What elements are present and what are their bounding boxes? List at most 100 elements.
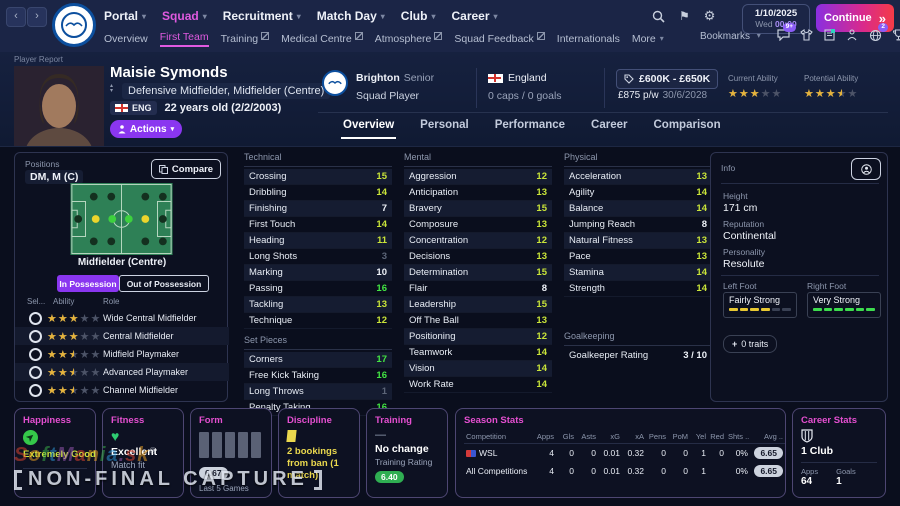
position-dot-dark[interactable]	[107, 237, 115, 245]
season-stats-row[interactable]: WSL4000.010.3200100%6.65	[464, 444, 785, 463]
season-stats-row[interactable]: All Competitions4000.010.320010%6.65	[464, 462, 785, 480]
position-dot-dark[interactable]	[90, 193, 98, 201]
discipline-card[interactable]: Discipline 2 bookings from ban (1 match)	[278, 408, 360, 498]
stat-header-avg-[interactable]: Avg ..	[750, 430, 785, 444]
foot-strength-segment	[866, 308, 875, 311]
average-rating-badge: 6.65	[754, 447, 783, 459]
tab-personal[interactable]: Personal	[418, 115, 471, 139]
club-name[interactable]: BrightonSenior	[356, 72, 434, 84]
stat-header-xa[interactable]: xA	[622, 430, 646, 444]
role-select-radio[interactable]	[29, 330, 42, 343]
tab-performance[interactable]: Performance	[493, 115, 567, 139]
in-possession-toggle[interactable]: In Possession	[57, 275, 119, 292]
role-row[interactable]: ★★★★★★★★★★Channel Midfielder	[15, 381, 229, 399]
inbox-badge: 9+	[783, 23, 796, 32]
position-dot-dark[interactable]	[74, 215, 82, 223]
subnav-first-team[interactable]: First Team	[160, 31, 209, 47]
discipline-title: Discipline	[287, 415, 351, 426]
report-icon[interactable]	[822, 28, 836, 42]
expand-chevrons-icon[interactable]: ▴▾	[110, 84, 118, 94]
back-button[interactable]: ‹	[6, 7, 26, 27]
training-card[interactable]: Training — No change Training Rating 6.4…	[366, 408, 448, 498]
role-row[interactable]: ★★★★★★★★★★Central Midfielder	[15, 327, 229, 345]
stat-header-shts-[interactable]: Shts ..	[726, 430, 750, 444]
traits-button[interactable]: + 0 traits	[723, 335, 777, 353]
role-select-radio[interactable]	[29, 312, 42, 325]
role-select-radio[interactable]	[29, 366, 42, 379]
happiness-card[interactable]: Happiness ➤ Extremely Good	[14, 408, 96, 498]
stat-header-red[interactable]: Red	[708, 430, 726, 444]
position-dot-green[interactable]	[125, 215, 133, 223]
menu-match-day[interactable]: Match Day	[317, 9, 385, 23]
subnav-overview[interactable]: Overview	[104, 33, 148, 45]
position-dot-dark[interactable]	[159, 237, 167, 245]
role-row[interactable]: ★★★★★★★★★★Midfield Playmaker	[15, 345, 229, 363]
career-stats-title: Career Stats	[801, 415, 877, 426]
position-dot-dark[interactable]	[107, 193, 115, 201]
subnav-medical-centre[interactable]: Medical Centre	[281, 33, 363, 45]
foot-strength-segment	[729, 308, 738, 311]
mental-column: Mental Aggression12Anticipation13Bravery…	[404, 152, 552, 393]
position-dot-dark[interactable]	[90, 237, 98, 245]
menu-recruitment[interactable]: Recruitment	[223, 9, 301, 23]
attribute-row-jumping-reach: Jumping Reach8	[564, 217, 712, 233]
position-pitch[interactable]	[69, 183, 174, 255]
stat-header-pens[interactable]: Pens	[646, 430, 668, 444]
subnav-internationals[interactable]: Internationals	[557, 33, 620, 45]
actions-button[interactable]: Actions▾	[110, 120, 182, 138]
flag-icon[interactable]: ⚑	[679, 9, 690, 23]
tab-career[interactable]: Career	[589, 115, 629, 139]
menu-squad[interactable]: Squad	[162, 9, 207, 23]
search-icon[interactable]	[652, 10, 665, 23]
career-stats-card[interactable]: Career Stats 1 Club Apps 64 Goals 1	[792, 408, 886, 498]
stat-header-competition[interactable]: Competition	[464, 430, 534, 444]
position-dot-dark[interactable]	[159, 193, 167, 201]
position-dot-dark[interactable]	[141, 193, 149, 201]
scouting-icon[interactable]	[845, 28, 859, 42]
position-dot-dark[interactable]	[141, 237, 149, 245]
profile-button[interactable]	[851, 158, 881, 180]
role-row[interactable]: ★★★★★★★★★★Advanced Playmaker	[15, 363, 229, 381]
menu-career[interactable]: Career	[451, 9, 497, 23]
inbox-icon[interactable]: 9+	[776, 28, 790, 42]
top-icons: ⚑ ⚙	[652, 8, 715, 24]
international-nation[interactable]: England	[488, 72, 547, 84]
world-icon[interactable]: 2	[868, 28, 882, 42]
position-dot-green[interactable]	[108, 215, 116, 223]
transfer-value[interactable]: £600K - £650K	[616, 69, 718, 89]
tab-overview[interactable]: Overview	[341, 115, 396, 139]
trophy-icon[interactable]	[891, 28, 900, 42]
role-select-radio[interactable]	[29, 348, 42, 361]
menu-club[interactable]: Club	[401, 9, 436, 23]
subnav-training[interactable]: Training	[221, 33, 270, 45]
bookmarks-dropdown[interactable]: Bookmarks	[700, 31, 761, 42]
out-of-possession-toggle[interactable]: Out of Possession	[119, 275, 209, 292]
subnav-more[interactable]: More	[632, 33, 664, 45]
position-dot-dark[interactable]	[159, 215, 167, 223]
position-dot-yellow[interactable]	[92, 215, 100, 223]
role-select-radio[interactable]	[29, 384, 42, 397]
stat-header-pom[interactable]: PoM	[668, 430, 690, 444]
stat-header-apps[interactable]: Apps	[534, 430, 556, 444]
fitness-card[interactable]: Fitness ♥ Excellent Match fit	[102, 408, 184, 498]
shirt-icon[interactable]	[799, 28, 813, 42]
compare-button[interactable]: Compare	[151, 159, 221, 179]
continue-label: Continue	[824, 12, 872, 24]
foot-strength-segment	[834, 308, 843, 311]
fitness-sub: Match fit	[111, 460, 175, 470]
stat-header-asts[interactable]: Asts	[576, 430, 598, 444]
attribute-row-work-rate: Work Rate14	[404, 377, 552, 393]
player-photo	[14, 66, 104, 146]
stat-header-xg[interactable]: xG	[598, 430, 622, 444]
form-card[interactable]: Form 6.67 Last 5 Games	[190, 408, 272, 498]
tab-comparison[interactable]: Comparison	[652, 115, 723, 139]
position-dot-yellow[interactable]	[141, 215, 149, 223]
role-row[interactable]: ★★★★★★★★★★Wide Central Midfielder	[15, 309, 229, 327]
subnav-squad-feedback[interactable]: Squad Feedback	[454, 33, 544, 45]
menu-portal[interactable]: Portal	[104, 9, 146, 23]
stat-header-gls[interactable]: Gls	[556, 430, 576, 444]
forward-button[interactable]: ›	[27, 7, 47, 27]
subnav-atmosphere[interactable]: Atmosphere	[375, 33, 443, 45]
gear-icon[interactable]: ⚙	[704, 8, 716, 24]
stat-header-yel[interactable]: Yel	[690, 430, 708, 444]
